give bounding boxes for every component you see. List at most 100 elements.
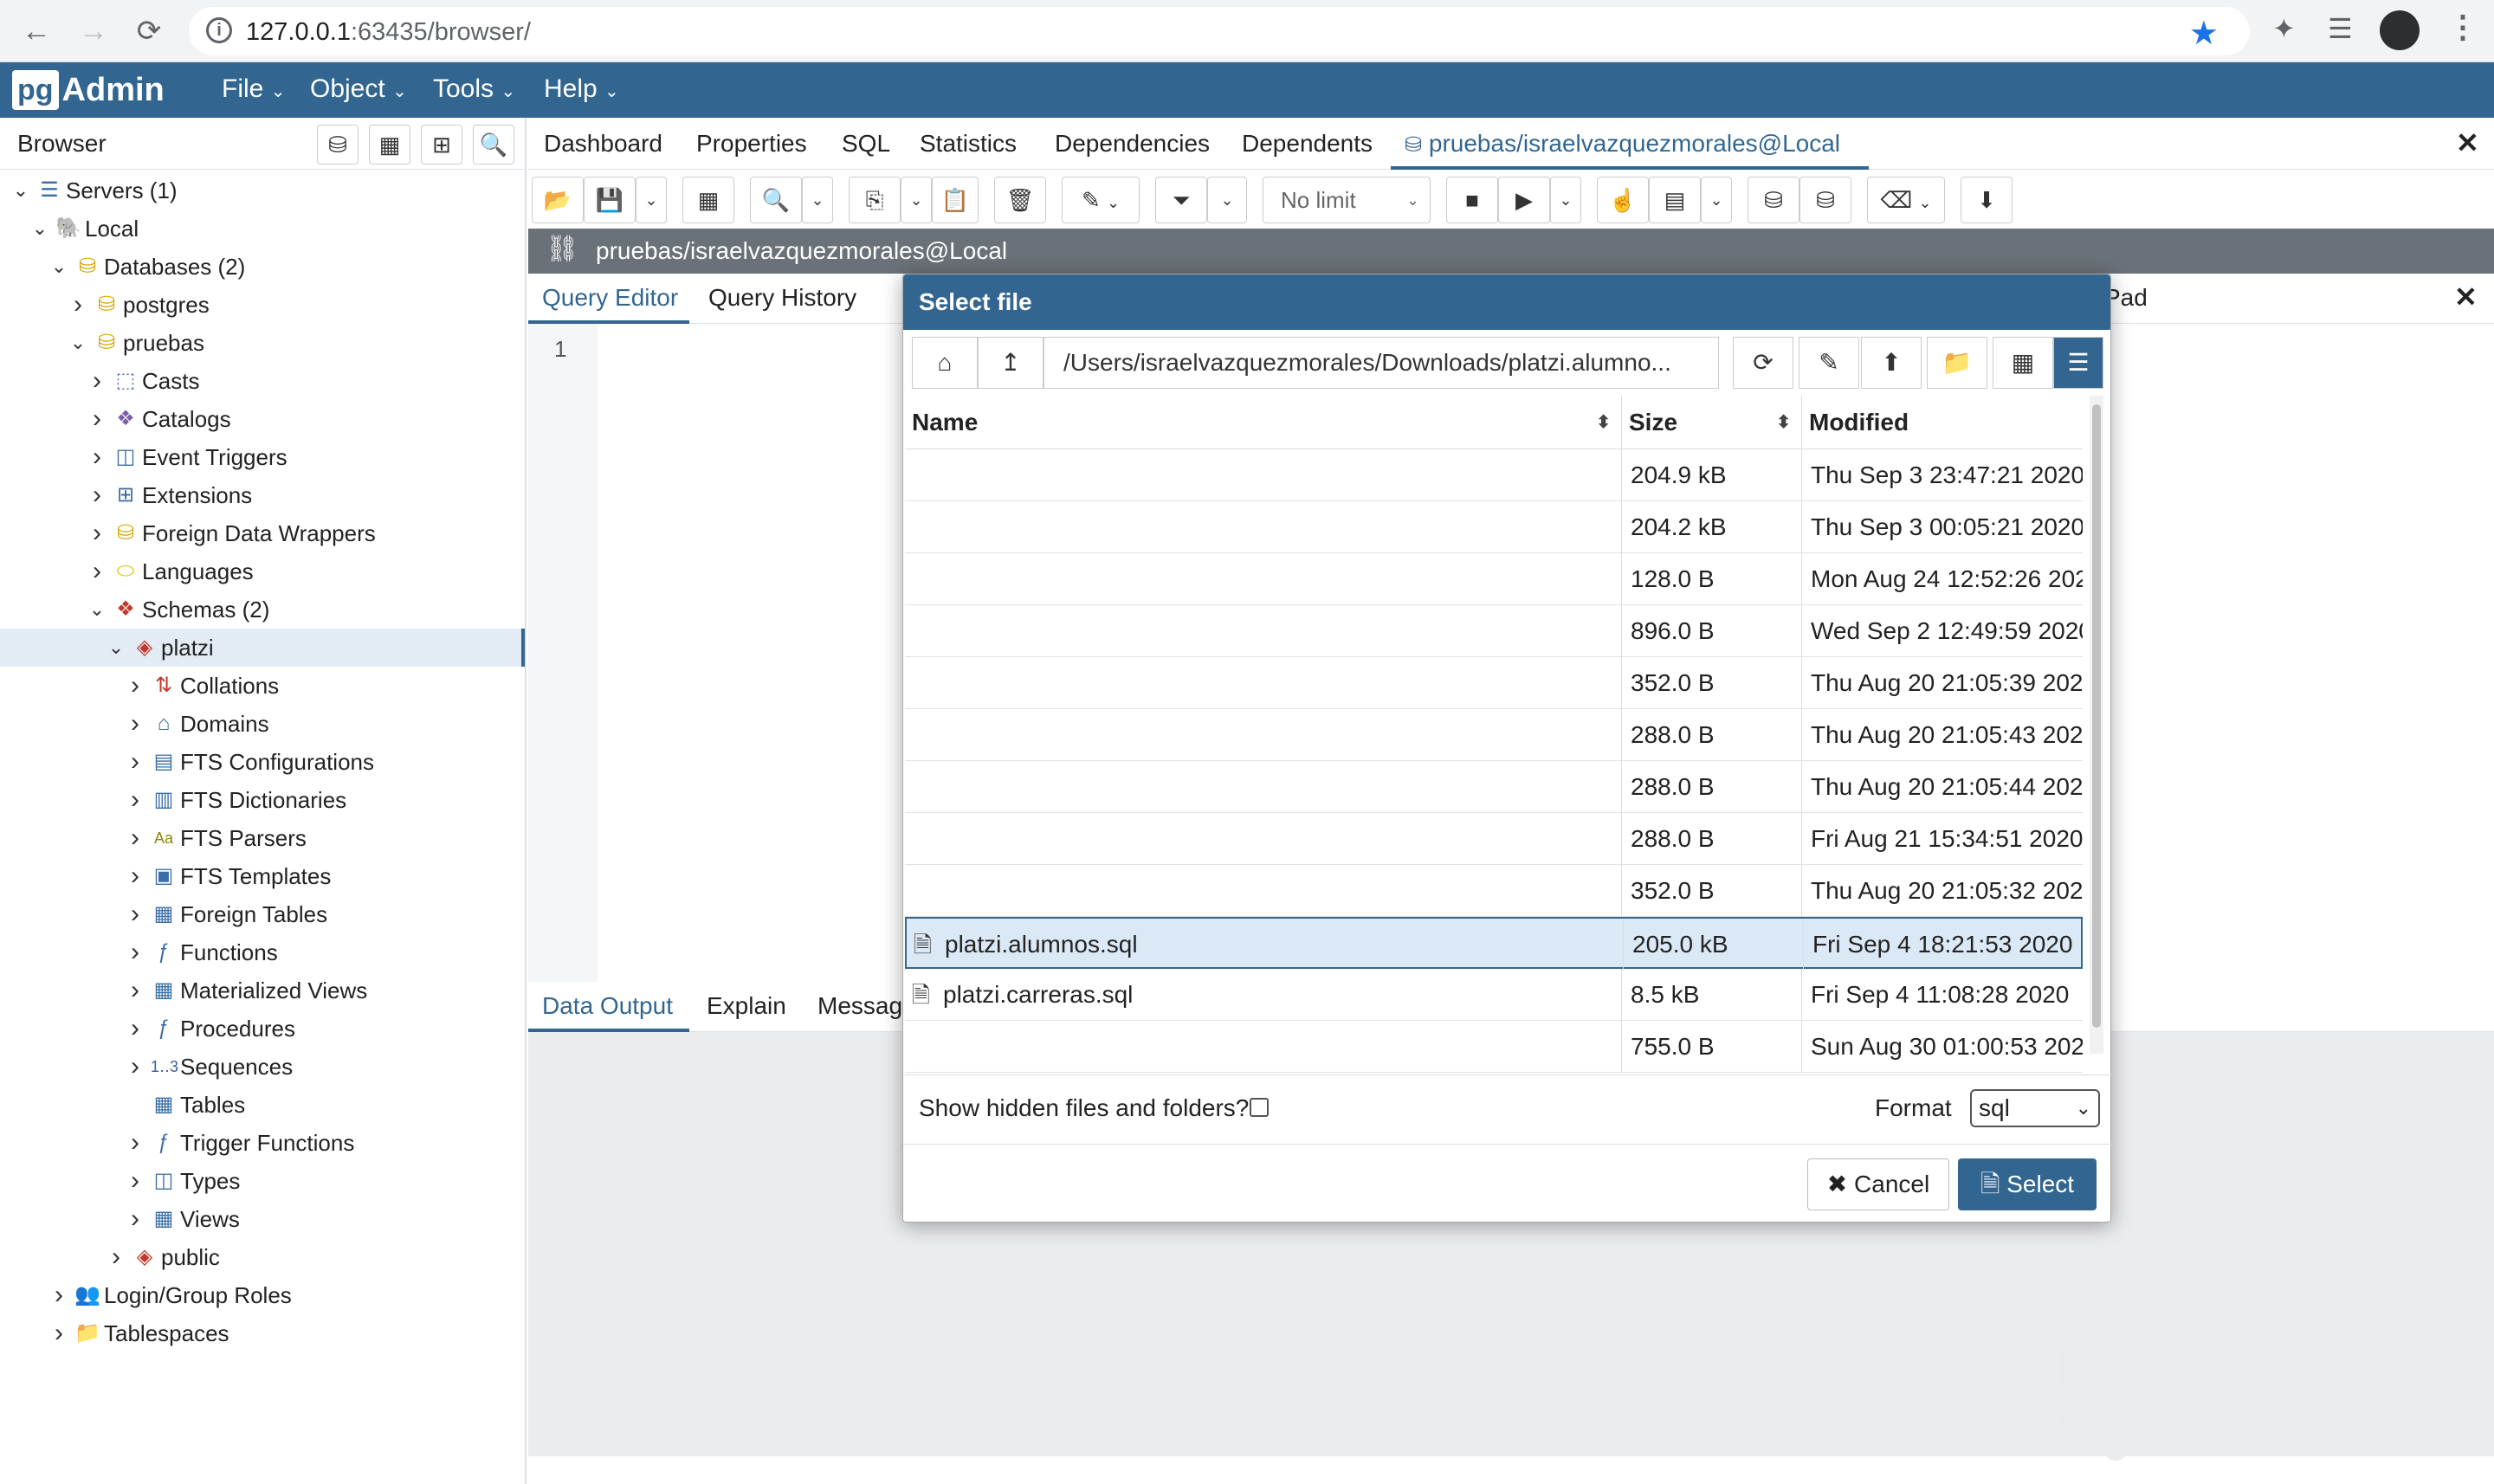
chevron-right-icon[interactable]: ›	[125, 971, 145, 1010]
tree-node[interactable]: › ⛁ postgres	[0, 286, 525, 324]
forward-icon[interactable]: →	[74, 12, 113, 50]
copy-icon[interactable]: ⎘	[849, 177, 901, 223]
file-row[interactable]: 755.0 B Sun Aug 30 01:00:53 2020	[905, 1021, 2083, 1073]
format-select[interactable]: sql ⌄	[1970, 1089, 2100, 1127]
tree-node[interactable]: › ▦ Materialized Views	[0, 971, 525, 1010]
refresh-icon[interactable]: ⟳	[1733, 337, 1793, 389]
grid-view-icon[interactable]: ▦	[1993, 337, 2053, 389]
menu-object[interactable]: Object ⌄	[310, 74, 407, 104]
chevron-down-icon[interactable]: ⌄	[68, 324, 88, 362]
delete-icon[interactable]: 🗑	[994, 177, 1046, 223]
tree-node[interactable]: ⌄ 🐘 Local	[0, 210, 525, 248]
bookmark-star-icon[interactable]: ★	[2189, 14, 2219, 53]
tree-node[interactable]: › Aa FTS Parsers	[0, 819, 525, 857]
find-dropdown-icon[interactable]: ⌄	[802, 177, 833, 223]
tab-query-tool[interactable]: ⛁ pruebas/israelvazquezmorales@Local	[1405, 130, 1840, 158]
tab-statistics[interactable]: Statistics	[920, 130, 1017, 158]
menu-help[interactable]: Help ⌄	[544, 74, 619, 104]
tree-node[interactable]: › ⬚ Casts	[0, 362, 525, 400]
tab-dashboard[interactable]: Dashboard	[544, 130, 662, 158]
scrollbar-thumb[interactable]	[2092, 404, 2101, 1028]
tree-node[interactable]: › ◫ Types	[0, 1162, 525, 1200]
save-dropdown-icon[interactable]: ⌄	[636, 177, 667, 223]
back-icon[interactable]: ←	[17, 12, 55, 50]
file-row[interactable]: 288.0 B Thu Aug 20 21:05:44 2020	[905, 761, 2083, 813]
select-button[interactable]: 🗎 Select	[1958, 1158, 2097, 1210]
file-row[interactable]: 352.0 B Thu Aug 20 21:05:39 2020	[905, 657, 2083, 709]
tree-node[interactable]: › ▣ FTS Templates	[0, 857, 525, 895]
chevron-right-icon[interactable]: ›	[125, 857, 145, 895]
media-queue-icon[interactable]: ☰	[2328, 12, 2353, 45]
rollback-icon[interactable]: ⛁	[1799, 177, 1851, 223]
filtered-rows-icon[interactable]: ⊞	[421, 125, 462, 165]
chevron-right-icon[interactable]: ›	[87, 514, 107, 552]
tree-node[interactable]: › ⇅ Collations	[0, 667, 525, 705]
tree-node[interactable]: ⌄ ☰ Servers (1)	[0, 171, 525, 210]
download-icon[interactable]: ⬇	[1961, 177, 2013, 223]
view-data-icon[interactable]: ▦	[369, 125, 410, 165]
tree-node[interactable]: › 1‥3 Sequences	[0, 1048, 525, 1086]
chrome-menu-icon[interactable]: ⋮	[2447, 9, 2478, 45]
chevron-right-icon[interactable]: ›	[87, 400, 107, 438]
chevron-right-icon[interactable]: ›	[87, 552, 107, 590]
explain-analyze-icon[interactable]: ▤	[1649, 177, 1701, 223]
chevron-right-icon[interactable]: ›	[125, 895, 145, 933]
file-row[interactable]: 288.0 B Fri Aug 21 15:34:51 2020	[905, 813, 2083, 865]
clear-icon[interactable]: ⌫ ⌄	[1867, 177, 1945, 223]
column-header-size[interactable]: Size ⬍	[1622, 396, 1802, 449]
paste-icon[interactable]: 📋	[932, 177, 979, 223]
tree-node[interactable]: › ❖ Catalogs	[0, 400, 525, 438]
file-row[interactable]: 288.0 B Thu Aug 20 21:05:43 2020	[905, 709, 2083, 761]
row-limit-select[interactable]: No limit ⌄	[1263, 177, 1431, 223]
copy-dropdown-icon[interactable]: ⌄	[901, 177, 932, 223]
execute-icon[interactable]: ▶	[1498, 177, 1550, 223]
tree-node[interactable]: › ▦ Views	[0, 1200, 525, 1238]
chevron-right-icon[interactable]: ›	[125, 743, 145, 781]
chevron-right-icon[interactable]: ›	[48, 1276, 69, 1314]
file-row[interactable]: 896.0 B Wed Sep 2 12:49:59 2020	[905, 605, 2083, 657]
rename-icon[interactable]: ✎	[1799, 337, 1859, 389]
upload-icon[interactable]: ⬆	[1861, 337, 1922, 389]
find-icon[interactable]: 🔍	[750, 177, 802, 223]
commit-icon[interactable]: ⛁	[1748, 177, 1799, 223]
tree-node[interactable]: › ▦ Foreign Tables	[0, 895, 525, 933]
chevron-down-icon[interactable]: ⌄	[48, 248, 69, 286]
tab-data-output[interactable]: Data Output	[542, 992, 673, 1020]
chevron-right-icon[interactable]: ›	[125, 781, 145, 819]
chevron-right-icon[interactable]: ›	[125, 933, 145, 971]
chevron-down-icon[interactable]: ⌄	[87, 590, 107, 629]
tab-query-history[interactable]: Query History	[708, 284, 856, 312]
tab-properties[interactable]: Properties	[696, 130, 807, 158]
chevron-right-icon[interactable]: ›	[125, 819, 145, 857]
tree-node[interactable]: › ƒ Trigger Functions	[0, 1124, 525, 1162]
close-tab-icon[interactable]: ✕	[2456, 126, 2479, 159]
column-header-modified[interactable]: Modified	[1802, 396, 2083, 449]
chevron-right-icon[interactable]: ›	[87, 362, 107, 400]
tree-node[interactable]: › ⌂ Domains	[0, 705, 525, 743]
chevron-right-icon[interactable]: ›	[125, 705, 145, 743]
list-view-icon[interactable]: ☰	[2053, 337, 2103, 389]
tab-dependencies[interactable]: Dependencies	[1055, 130, 1210, 158]
object-explorer-icon[interactable]: ⛁	[317, 125, 359, 165]
tree-node[interactable]: › ▤ FTS Configurations	[0, 743, 525, 781]
chevron-down-icon[interactable]: ⌄	[29, 210, 50, 248]
new-folder-icon[interactable]: 📁	[1927, 337, 1987, 389]
tree-node[interactable]: ⌄ ⛁ Databases (2)	[0, 248, 525, 286]
chevron-down-icon[interactable]: ⌄	[106, 629, 126, 667]
parent-folder-icon[interactable]: ↥	[978, 337, 1043, 389]
explain-dropdown-icon[interactable]: ⌄	[1701, 177, 1732, 223]
tab-dependents[interactable]: Dependents	[1242, 130, 1373, 158]
execute-dropdown-icon[interactable]: ⌄	[1550, 177, 1581, 223]
tab-sql[interactable]: SQL	[842, 130, 890, 158]
chevron-right-icon[interactable]: ›	[48, 1314, 69, 1352]
tree-node[interactable]: › ƒ Procedures	[0, 1010, 525, 1048]
tree-node[interactable]: › ◫ Event Triggers	[0, 438, 525, 476]
chevron-right-icon[interactable]: ›	[125, 1124, 145, 1162]
save-file-icon[interactable]: 💾	[584, 177, 636, 223]
tree-node[interactable]: › ⛁ Foreign Data Wrappers	[0, 514, 525, 552]
chevron-right-icon[interactable]: ›	[87, 476, 107, 514]
home-icon[interactable]: ⌂	[912, 337, 978, 389]
tree-node[interactable]: ⌄ ⛁ pruebas	[0, 324, 525, 362]
tree-node[interactable]: › ◈ public	[0, 1238, 525, 1276]
chevron-right-icon[interactable]: ›	[87, 438, 107, 476]
